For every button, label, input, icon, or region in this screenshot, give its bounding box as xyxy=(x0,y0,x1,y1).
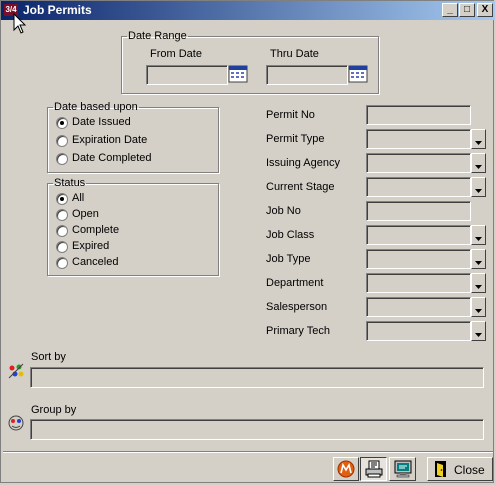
permit-no-label: Permit No xyxy=(266,109,315,121)
issuing-agency-label: Issuing Agency xyxy=(266,157,340,169)
group-icon xyxy=(8,415,24,431)
mouse-cursor-icon xyxy=(13,13,27,34)
department-select[interactable] xyxy=(366,273,471,293)
from-date-calendar-icon[interactable] xyxy=(228,65,248,83)
print-button[interactable] xyxy=(360,457,387,481)
date-range-legend: Date Range xyxy=(128,30,187,42)
job-class-dropdown-button[interactable] xyxy=(471,225,486,245)
issuing-agency-dropdown-button[interactable] xyxy=(471,153,486,173)
primary-tech-label: Primary Tech xyxy=(266,325,330,337)
report-wizard-button[interactable] xyxy=(333,457,359,481)
department-dropdown-button[interactable] xyxy=(471,273,486,293)
close-button-label: Close xyxy=(454,463,485,477)
monitor-icon xyxy=(394,460,412,478)
chevron-down-icon xyxy=(475,141,482,145)
printer-icon xyxy=(365,460,383,478)
primary-tech-select[interactable] xyxy=(366,321,471,341)
close-button[interactable]: Close xyxy=(427,457,493,481)
minimize-button[interactable]: _ xyxy=(442,3,458,17)
status-open-label[interactable]: Open xyxy=(72,208,99,220)
sort-icon xyxy=(8,363,24,379)
expiration-date-label[interactable]: Expiration Date xyxy=(72,134,147,146)
job-no-label: Job No xyxy=(266,205,301,217)
thru-date-input[interactable] xyxy=(266,65,348,85)
date-based-upon-legend: Date based upon xyxy=(54,101,138,113)
permit-type-select[interactable] xyxy=(366,129,471,149)
radio-status-expired[interactable] xyxy=(56,241,68,253)
permit-type-dropdown-button[interactable] xyxy=(471,129,486,149)
current-stage-select[interactable] xyxy=(366,177,471,197)
issuing-agency-select[interactable] xyxy=(366,153,471,173)
chevron-down-icon xyxy=(475,189,482,193)
chevron-down-icon xyxy=(475,237,482,241)
status-all-label[interactable]: All xyxy=(72,192,84,204)
exit-door-icon xyxy=(435,461,446,477)
maximize-button[interactable]: □ xyxy=(459,3,475,17)
radio-date-completed[interactable] xyxy=(56,153,68,165)
radio-status-canceled[interactable] xyxy=(56,257,68,269)
salesperson-dropdown-button[interactable] xyxy=(471,297,486,317)
job-type-label: Job Type xyxy=(266,253,311,265)
job-class-select[interactable] xyxy=(366,225,471,245)
chevron-down-icon xyxy=(475,309,482,313)
sort-by-label: Sort by xyxy=(31,351,66,363)
close-window-button[interactable]: X xyxy=(477,3,493,17)
status-complete-label[interactable]: Complete xyxy=(72,224,119,236)
from-date-label: From Date xyxy=(150,48,202,60)
title-bar[interactable]: 3/4 Job Permits _ □ X xyxy=(1,1,495,20)
permit-type-label: Permit Type xyxy=(266,133,325,145)
date-completed-label[interactable]: Date Completed xyxy=(72,152,152,164)
bottom-separator xyxy=(3,451,493,453)
group-by-input[interactable] xyxy=(30,419,484,440)
report-logo-icon xyxy=(337,460,355,478)
status-expired-label[interactable]: Expired xyxy=(72,240,109,252)
radio-expiration-date[interactable] xyxy=(56,135,68,147)
salesperson-select[interactable] xyxy=(366,297,471,317)
radio-date-issued[interactable] xyxy=(56,117,68,129)
chevron-down-icon xyxy=(475,333,482,337)
preview-button[interactable] xyxy=(389,457,416,481)
status-canceled-label[interactable]: Canceled xyxy=(72,256,118,268)
radio-status-all[interactable] xyxy=(56,193,68,205)
window-title: Job Permits xyxy=(23,3,92,17)
department-label: Department xyxy=(266,277,324,289)
job-type-select[interactable] xyxy=(366,249,471,269)
current-stage-dropdown-button[interactable] xyxy=(471,177,486,197)
group-by-label: Group by xyxy=(31,404,77,416)
radio-status-complete[interactable] xyxy=(56,225,68,237)
chevron-down-icon xyxy=(475,261,482,265)
salesperson-label: Salesperson xyxy=(266,301,328,313)
thru-date-calendar-icon[interactable] xyxy=(348,65,368,83)
job-class-label: Job Class xyxy=(266,229,315,241)
radio-status-open[interactable] xyxy=(56,209,68,221)
job-permits-window: 3/4 Job Permits _ □ X Date Range From Da… xyxy=(0,0,495,483)
status-legend: Status xyxy=(54,177,86,189)
thru-date-label: Thru Date xyxy=(270,48,319,60)
job-type-dropdown-button[interactable] xyxy=(471,249,486,269)
date-issued-label[interactable]: Date Issued xyxy=(72,116,131,128)
sort-by-input[interactable] xyxy=(30,367,484,388)
permit-no-input[interactable] xyxy=(366,105,471,125)
current-stage-label: Current Stage xyxy=(266,181,335,193)
chevron-down-icon xyxy=(475,285,482,289)
chevron-down-icon xyxy=(475,165,482,169)
primary-tech-dropdown-button[interactable] xyxy=(471,321,486,341)
from-date-input[interactable] xyxy=(146,65,228,85)
job-no-input[interactable] xyxy=(366,201,471,221)
